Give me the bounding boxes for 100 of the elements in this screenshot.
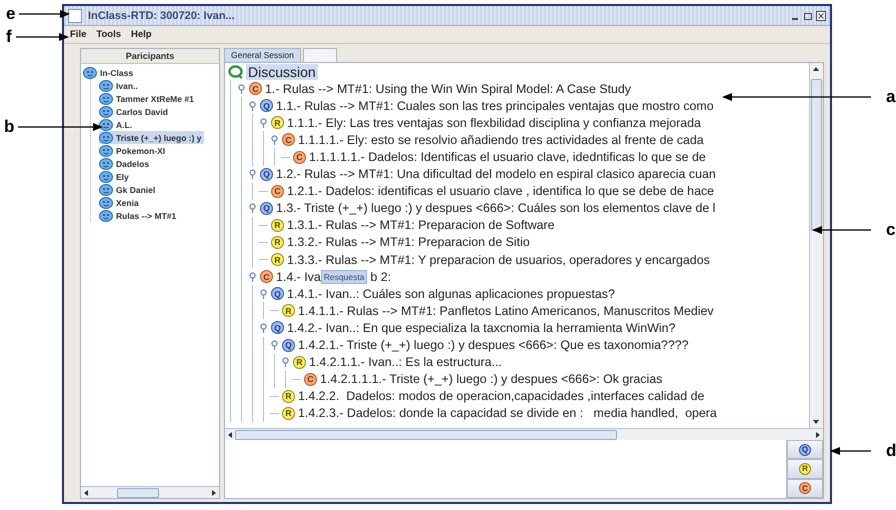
node-type-badge: C: [282, 133, 295, 146]
smiley-icon: [99, 132, 113, 144]
node-type-badge: C: [293, 150, 306, 164]
vertical-scrollbar[interactable]: [809, 63, 823, 428]
discussion-entry[interactable]: 1.3.- Triste (+_+) luego :) y despues <666>: Cuáles son los elementos clave de l: [276, 201, 716, 216]
menu-item[interactable]: Tools: [96, 29, 122, 40]
discussion-entry[interactable]: 1.1.1.1.1.- Dadelos: Identificas el usuario clave, idedntificas lo que se de: [309, 150, 706, 164]
node-type-badge: R: [271, 218, 284, 232]
discussion-entry[interactable]: 1.3.3.- Rulas --> MT#1: Y preparacion de usuarios, operadores y encargados: [287, 252, 710, 267]
discussion-entry[interactable]: 1.4.1.1.- Rulas --> MT#1: Panfletos Latino Americanos, Manuscritos Mediev: [298, 304, 714, 318]
discussion-entry[interactable]: 1.2.- Rulas --> MT#1: Una dificultad del modelo en espiral clasico aparecia cuan: [276, 167, 716, 182]
menu-item[interactable]: File: [70, 29, 86, 40]
participant-item[interactable]: Pokemon-XI: [99, 144, 168, 157]
smiley-icon: [99, 144, 113, 156]
annotation-arrow: [812, 224, 872, 234]
participant-item[interactable]: Dadelos: [99, 157, 152, 170]
expand-handle-icon[interactable]: [248, 272, 257, 282]
smiley-icon: [99, 196, 113, 208]
expand-handle-icon[interactable]: [259, 322, 268, 333]
node-type-badge: R: [282, 406, 295, 420]
discussion-entry[interactable]: 1.1.- Rulas --> MT#1: Cuales son las tres principales ventajas que mostro como: [276, 98, 714, 113]
smiley-icon: [83, 66, 97, 78]
post-button[interactable]: Q: [787, 440, 823, 460]
expand-handle-icon[interactable]: [259, 118, 268, 128]
close-icon[interactable]: [816, 10, 826, 20]
discussion-entry[interactable]: 1.4.2.2. Dadelos: modos de operacion,capacidades ,interfaces calidad de: [298, 389, 704, 404]
discussion-entry[interactable]: 1.4.2.1.1.- Ivan..: Es la estructura...: [309, 355, 502, 370]
expand-handle-icon[interactable]: [248, 169, 257, 180]
annotation-label: a: [886, 88, 896, 105]
annotation-label: d: [886, 442, 896, 459]
post-button[interactable]: C: [787, 478, 823, 498]
tab[interactable]: [302, 48, 337, 62]
node-type-badge: R: [282, 304, 295, 318]
node-type-badge: C: [260, 270, 273, 284]
menu-item[interactable]: Help: [131, 29, 152, 40]
node-type-badge: C: [271, 184, 284, 198]
expand-handle-icon[interactable]: [270, 340, 279, 350]
discussion-entry[interactable]: 1.3.2.- Rulas --> MT#1: Preparacion de Sitio: [287, 235, 530, 250]
participant-item[interactable]: Gk Daniel: [99, 183, 158, 196]
participant-item[interactable]: Triste (+_+) luego :) y: [99, 131, 204, 144]
horizontal-scrollbar[interactable]: [81, 486, 219, 498]
discussion-root[interactable]: Discussion: [246, 64, 318, 80]
node-type-badge: R: [271, 116, 284, 130]
panel-header: Paricipants: [81, 49, 219, 64]
app-icon: [68, 8, 82, 22]
discussion-entry[interactable]: 1.2.1.- Dadelos: identificas el usuario clave , identifica lo que se debe de hace: [287, 184, 714, 198]
annotation-label: c: [886, 221, 896, 238]
smiley-icon: [99, 158, 113, 170]
expand-handle-icon[interactable]: [259, 288, 268, 299]
participant-item[interactable]: Xenia: [99, 196, 141, 209]
smiley-icon: [99, 92, 113, 104]
discussion-entry-text: b 2:: [370, 270, 392, 284]
discussion-entry[interactable]: 1.3.1.- Rulas --> MT#1: Preparacion de Software: [287, 218, 555, 232]
node-type-badge: Q: [271, 321, 284, 334]
expand-handle-icon[interactable]: [248, 100, 257, 111]
node-type-badge: R: [293, 356, 306, 369]
participant-item[interactable]: A.L.: [99, 118, 134, 131]
maximize-icon[interactable]: [803, 10, 813, 20]
smiley-icon: [99, 184, 113, 196]
node-type-badge: Q: [260, 168, 273, 181]
participant-item[interactable]: Ivan..: [99, 79, 140, 92]
node-type-badge: Q: [282, 338, 295, 352]
node-type-badge: R: [282, 390, 295, 403]
participant-item[interactable]: Rulas --> MT#1: [99, 209, 178, 222]
discussion-entry[interactable]: 1.4.1.- Ivan..: Cuáles son algunas aplicaciones propuestas?: [287, 286, 615, 301]
discussion-entry[interactable]: 1.4.2.- Ivan..: En que especializa la taxcnomia la herramienta WinWin?: [287, 320, 676, 335]
annotation-arrow: [14, 32, 69, 42]
discussion-entry[interactable]: 1.1.1.- Ely: Las tres ventajas son flexbilidad disciplina y confianza mejorada: [287, 116, 701, 130]
expand-handle-icon[interactable]: [281, 357, 290, 368]
expand-handle-icon[interactable]: [270, 134, 279, 145]
tooltip: Resquesta: [320, 270, 368, 284]
expand-handle-icon[interactable]: [237, 84, 246, 94]
node-type-badge: R: [271, 253, 284, 266]
smiley-icon: [99, 80, 113, 92]
discussion-entry[interactable]: 1.4.2.3.- Dadelos: donde la capacidad se divide en : media handled, opera: [298, 406, 717, 420]
node-type-badge: Q: [260, 202, 273, 215]
participant-item[interactable]: Tammer XtReMe #1: [99, 92, 196, 105]
annotation-arrow: [18, 8, 70, 18]
annotation-arrow: [830, 446, 872, 456]
annotation-label: b: [4, 118, 14, 135]
discussion-entry[interactable]: 1.1.1.1.- Ely: esto se resolvio añadiendo tres actividades al frente de cada: [298, 132, 704, 147]
post-button[interactable]: R: [787, 459, 823, 479]
window-title: InClass-RTD: 300720: Ivan...: [88, 10, 235, 22]
smiley-icon: [99, 118, 113, 130]
discussion-entry[interactable]: 1.4.2.1.- Triste (+_+) luego :) y despues <666>: Que es taxonomia????: [298, 338, 689, 352]
discussion-entry[interactable]: 1.4.2.1.1.1.- Triste (+_+) luego :) y despues <666>: Ok gracias: [320, 372, 662, 386]
participant-group[interactable]: In-Class: [100, 68, 134, 78]
smiley-icon: [99, 170, 113, 182]
tab[interactable]: General Session: [224, 48, 301, 62]
annotation-label: f: [6, 28, 12, 45]
discussion-entry[interactable]: 1.4.- Iva: [276, 270, 321, 284]
participant-item[interactable]: Carlos David: [99, 105, 170, 118]
discussion-entry[interactable]: 1.- Rulas --> MT#1: Using the Win Win Spiral Model: A Case Study: [265, 82, 632, 96]
participant-item[interactable]: Ely: [99, 170, 131, 183]
node-type-badge: C: [304, 372, 317, 386]
expand-handle-icon[interactable]: [248, 203, 257, 214]
horizontal-scrollbar[interactable]: [225, 429, 823, 440]
node-type-badge: Q: [271, 287, 284, 300]
smiley-icon: [99, 106, 113, 118]
smiley-icon: [99, 210, 113, 222]
